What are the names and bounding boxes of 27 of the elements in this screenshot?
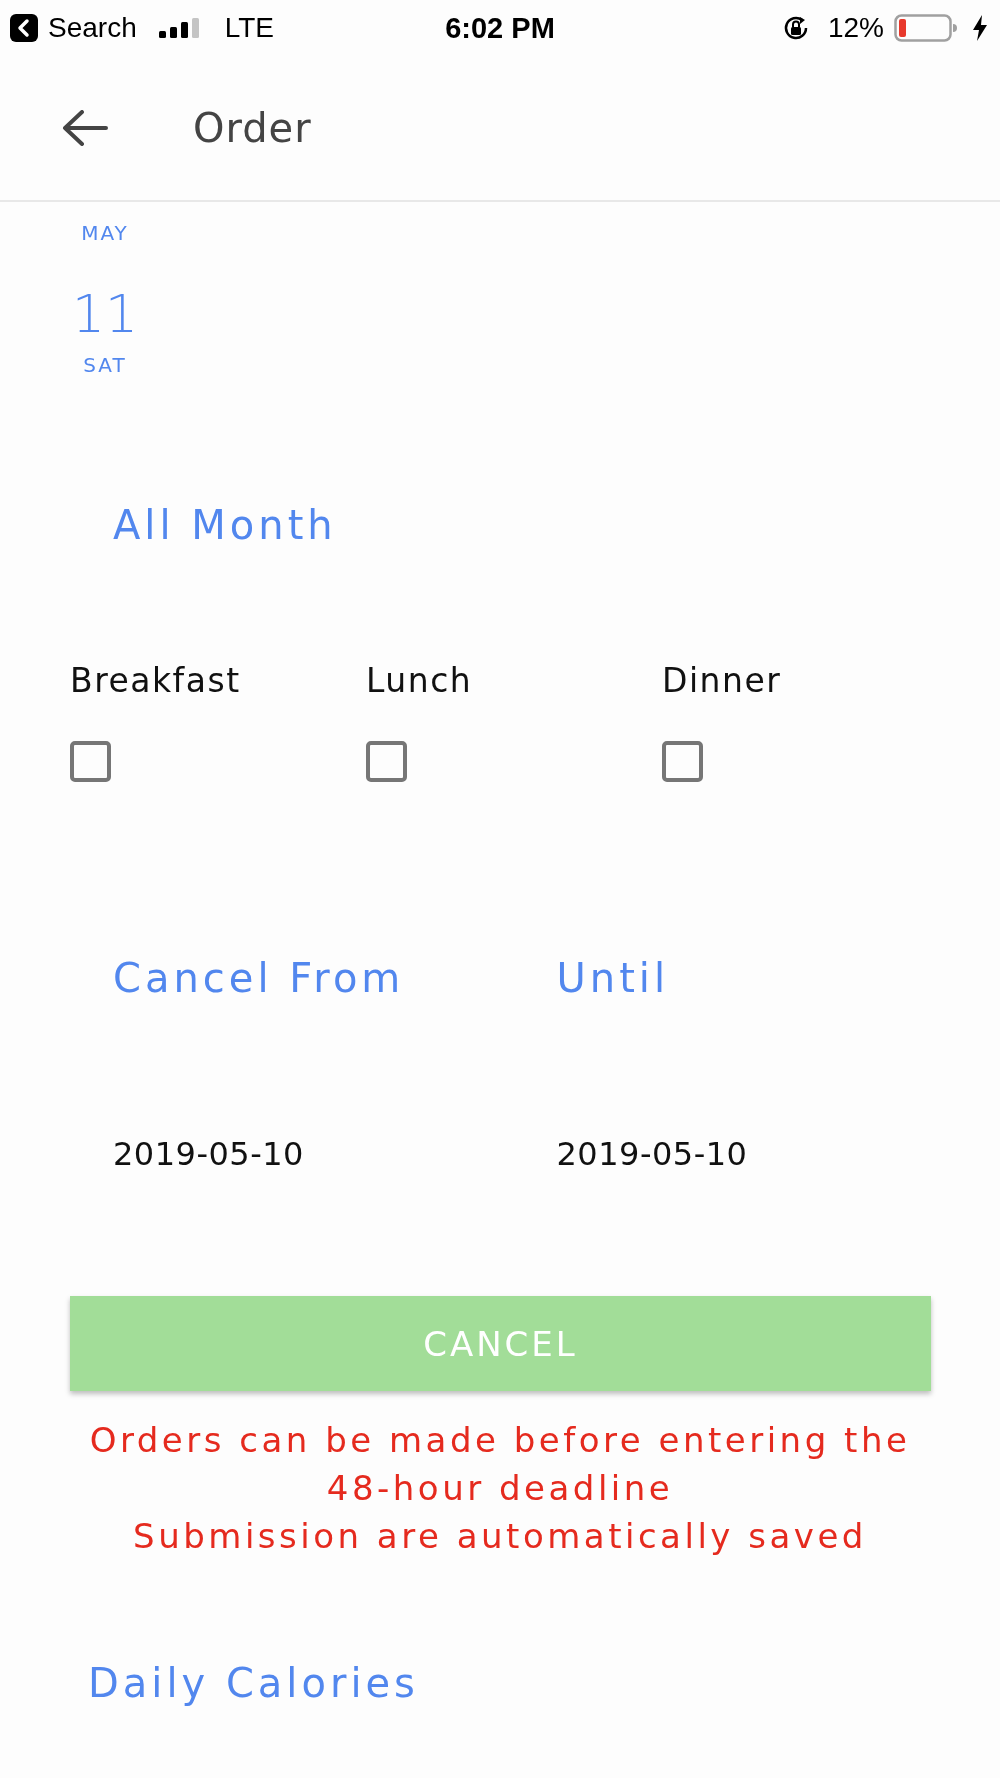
meal-checkbox[interactable]: [70, 741, 111, 782]
meal-checkbox[interactable]: [366, 741, 407, 782]
date-value[interactable]: 2019-05-10: [556, 1134, 748, 1174]
back-arrow-icon[interactable]: [62, 110, 108, 146]
date-weekday: SAT: [83, 353, 127, 377]
meal-label: Lunch: [366, 661, 473, 701]
battery-percent: 12%: [827, 12, 884, 44]
section-heading: Daily Calories: [88, 1660, 419, 1706]
notice-text: Submission are automatically saved: [133, 1515, 867, 1558]
page-title: Order: [193, 105, 312, 151]
range-heading: All Month: [113, 502, 337, 548]
date-month: MAY: [81, 221, 129, 245]
date-day: 11: [71, 284, 139, 344]
network-label: LTE: [224, 12, 274, 44]
range-label: Cancel From: [113, 955, 405, 1001]
clock-time: 6:02 PM: [445, 11, 555, 45]
notice-text: Orders can be made before entering the 48-hour deadline: [88, 1419, 912, 1510]
range-label: Until: [556, 955, 670, 1001]
charging-bolt-icon: [972, 15, 988, 41]
back-app-label[interactable]: Search: [48, 12, 137, 44]
date-value[interactable]: 2019-05-10: [113, 1134, 304, 1174]
back-to-app-icon[interactable]: [10, 14, 38, 42]
battery-icon: [894, 14, 958, 42]
meal-label: Breakfast: [70, 661, 241, 701]
meal-checkbox[interactable]: [662, 741, 703, 782]
signal-icon: [158, 18, 199, 38]
meal-label: Dinner: [662, 661, 782, 701]
